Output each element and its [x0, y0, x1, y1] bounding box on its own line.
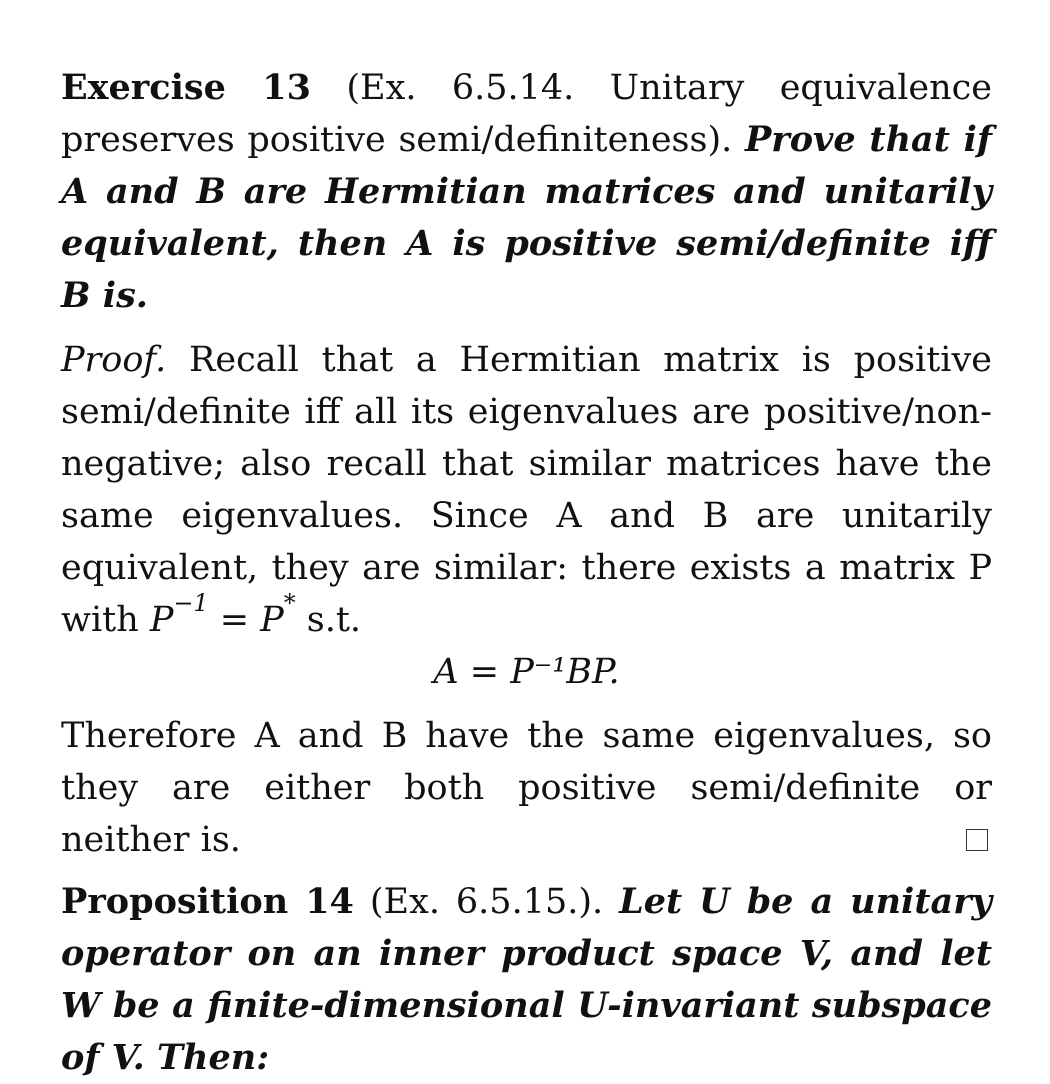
proposition-block: Proposition 14 (Ex. 6.5.15.). Let U be a…	[61, 876, 992, 1084]
exercise-label: Exercise 13	[61, 67, 311, 108]
proof-label: Proof.	[61, 340, 167, 380]
proposition-label: Proposition 14	[61, 881, 354, 922]
document-page: Exercise 13 (Ex. 6.5.14. Unitary equival…	[61, 62, 992, 1084]
inline-equation: P−1 = P*	[149, 588, 296, 640]
proof-conclusion: Therefore A and B have the same eigenval…	[61, 710, 992, 866]
proof-text-3: Therefore A and B have the same eigenval…	[61, 716, 992, 860]
display-equation: A = P⁻¹BP.	[433, 652, 620, 692]
qed-box-icon	[966, 829, 988, 851]
proof-text-2: s.t.	[306, 600, 362, 640]
exercise-block: Exercise 13 (Ex. 6.5.14. Unitary equival…	[61, 62, 992, 322]
proposition-note: (Ex. 6.5.15.).	[369, 882, 604, 922]
proof-block: Proof. Recall that a Hermitian matrix is…	[61, 334, 992, 646]
